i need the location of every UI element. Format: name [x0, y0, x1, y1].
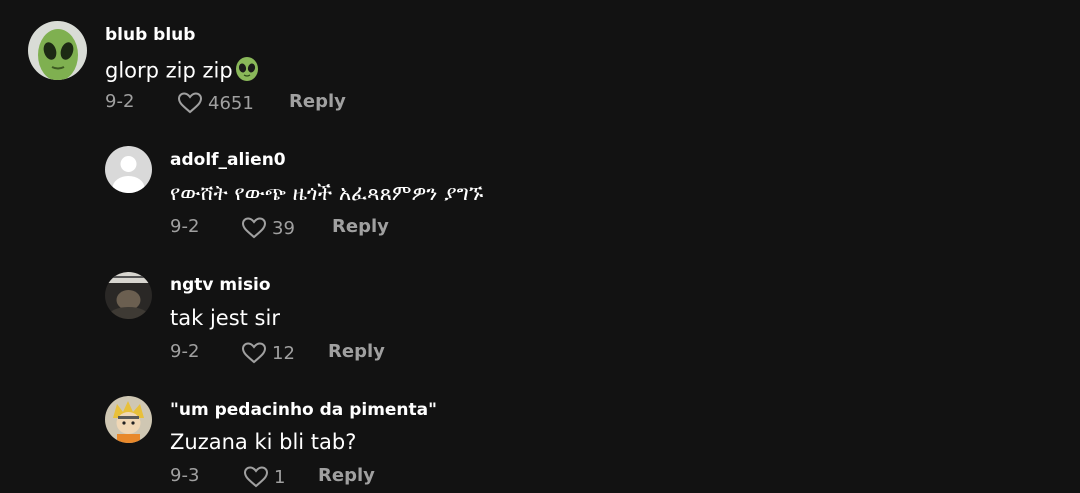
comment-date: 9-2 — [105, 91, 135, 112]
comment-text: tak jest sir — [170, 306, 280, 330]
reply-button[interactable]: Reply — [328, 341, 385, 362]
alien-avatar-icon — [28, 21, 87, 80]
heart-icon — [243, 466, 269, 488]
heart-icon — [241, 342, 267, 364]
avatar[interactable] — [105, 146, 152, 193]
like-count: 4651 — [208, 92, 254, 114]
comment-text: Zuzana ki bli tab? — [170, 430, 357, 454]
comment-date: 9-2 — [170, 341, 200, 362]
like-count: 1 — [274, 466, 286, 488]
comment-username[interactable]: ngtv misio — [170, 275, 271, 295]
comment-date: 9-3 — [170, 465, 200, 486]
alien-face-emoji-icon — [234, 56, 260, 87]
like-button[interactable]: 1 — [243, 466, 285, 488]
comment-date: 9-2 — [170, 216, 200, 237]
like-button[interactable]: 4651 — [177, 92, 254, 114]
like-button[interactable]: 12 — [241, 342, 295, 364]
reply-button[interactable]: Reply — [289, 91, 346, 112]
heart-icon — [177, 92, 203, 114]
avatar[interactable] — [105, 396, 152, 443]
reply-button[interactable]: Reply — [332, 216, 389, 237]
cartoon-character-avatar-icon — [105, 396, 152, 443]
comment-username[interactable]: adolf_alien0 — [170, 150, 286, 170]
comment-text-content: glorp zip zip — [105, 58, 233, 83]
profile-photo-icon — [105, 272, 152, 319]
comment-username[interactable]: blub blub — [105, 25, 195, 45]
comment-text: glorp zip zip — [105, 56, 260, 87]
comment-text: የውሸት የውጭ ዜጎች አፈጻጸምዎን ያግኙ — [170, 181, 484, 205]
comment-list: blub blub glorp zip zip 9-2 4651 Reply a… — [0, 0, 1080, 493]
reply-button[interactable]: Reply — [318, 465, 375, 486]
avatar[interactable] — [28, 21, 87, 80]
like-count: 12 — [272, 342, 295, 364]
like-count: 39 — [272, 217, 295, 239]
avatar[interactable] — [105, 272, 152, 319]
comment-username[interactable]: "um pedacinho da pimenta" — [170, 400, 437, 420]
like-button[interactable]: 39 — [241, 217, 295, 239]
default-user-avatar-icon — [105, 146, 152, 193]
heart-icon — [241, 217, 267, 239]
